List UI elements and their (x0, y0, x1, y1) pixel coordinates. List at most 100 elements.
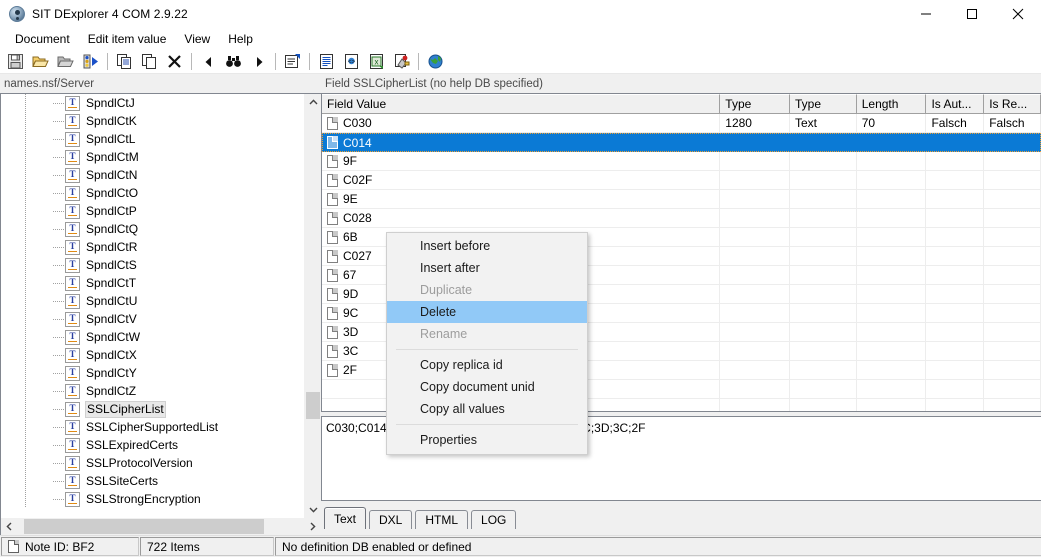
table-row[interactable]: C02F (322, 171, 1041, 190)
maximize-button[interactable] (949, 0, 995, 29)
xml-document-icon[interactable]: <> (339, 50, 364, 73)
table-cell-empty (926, 380, 985, 398)
toolbar-separator (191, 53, 192, 70)
tree-item[interactable]: T SpndlCtX (1, 346, 304, 364)
table-row[interactable]: C028 (322, 209, 1041, 228)
grid-column-header[interactable]: Field Value (322, 94, 721, 114)
open-folder-icon[interactable] (28, 50, 53, 73)
toolbar-separator (418, 53, 419, 70)
text-field-icon: T (65, 455, 80, 471)
tree-item[interactable]: T SSLExpiredCerts (1, 436, 304, 454)
field-caption-label: Field SSLCipherList (no help DB specifie… (321, 74, 1041, 93)
tab-dxl[interactable]: DXL (369, 510, 413, 529)
context-menu-item[interactable]: Copy document unid (387, 376, 587, 398)
properties-icon[interactable] (280, 50, 305, 73)
tree-item[interactable]: T SSLCipherSupportedList (1, 418, 304, 436)
tree-item[interactable]: T SpndlCtT (1, 274, 304, 292)
tab-html[interactable]: HTML (415, 510, 469, 529)
text-field-icon: T (65, 131, 80, 147)
find-icon[interactable] (221, 50, 246, 73)
context-menu-item[interactable]: Copy replica id (387, 354, 587, 376)
web-icon[interactable] (423, 50, 448, 73)
tree-scroll-right-icon[interactable] (304, 518, 321, 535)
tree-item[interactable]: T SpndlCtL (1, 130, 304, 148)
value-item-icon (327, 363, 338, 377)
grid-column-header[interactable]: Type (720, 94, 790, 114)
tree-scroll-up-icon[interactable] (305, 94, 321, 111)
delete-icon[interactable] (162, 50, 187, 73)
context-menu-item[interactable]: Insert before (387, 235, 587, 257)
context-menu-item[interactable]: Properties (387, 429, 587, 451)
field-tree-list[interactable]: T SpndlCtJ T SpndlCtK T SpndlCtL T SpndlCtM T Spn… (1, 94, 304, 518)
tree-item[interactable]: T SSLSiteCerts (1, 472, 304, 490)
previous-icon[interactable] (196, 50, 221, 73)
tree-hscroll-thumb[interactable] (23, 519, 264, 534)
minimize-button[interactable] (903, 0, 949, 29)
tree-item[interactable]: T SpndlCtK (1, 112, 304, 130)
save-icon[interactable] (3, 50, 28, 73)
context-menu[interactable]: Insert before Insert after Duplicate Delete… (386, 232, 588, 455)
grid-column-header[interactable]: Type (790, 94, 857, 114)
tree-item[interactable]: T SpndlCtZ (1, 382, 304, 400)
menu-edit-item-value[interactable]: Edit item value (79, 30, 176, 49)
tree-item[interactable]: T SpndlCtO (1, 184, 304, 202)
tree-vertical-scrollbar[interactable] (304, 94, 321, 518)
table-cell (926, 209, 985, 227)
tab-text[interactable]: Text (324, 507, 367, 529)
grid-column-header[interactable]: Is Aut... (926, 94, 985, 114)
close-folder-icon[interactable] (53, 50, 78, 73)
menu-document[interactable]: Document (6, 30, 79, 49)
context-menu-item[interactable]: Insert after (387, 257, 587, 279)
tree-guide-line (25, 166, 26, 184)
close-button[interactable] (995, 0, 1041, 29)
tree-item-label: SpndlCtR (86, 239, 138, 254)
grid-column-header[interactable]: Length (856, 94, 927, 114)
tree-item[interactable]: T SpndlCtN (1, 166, 304, 184)
design-icon[interactable] (389, 50, 414, 73)
tree-item[interactable]: T SSLCipherList (1, 400, 304, 418)
tree-guide-line (25, 490, 26, 508)
excel-document-icon[interactable]: x (364, 50, 389, 73)
tree-item[interactable]: T SSLStrongEncryption (1, 490, 304, 508)
context-menu-item[interactable]: Copy all values (387, 398, 587, 420)
table-row[interactable]: 9E (322, 190, 1041, 209)
table-cell (857, 323, 927, 341)
tree-item[interactable]: T SpndlCtS (1, 256, 304, 274)
tree-item[interactable]: T SpndlCtU (1, 292, 304, 310)
tree-item-label: SSLProtocolVersion (86, 455, 193, 470)
tree-scroll-down-icon[interactable] (305, 501, 321, 518)
next-icon[interactable] (246, 50, 271, 73)
table-row[interactable]: 9F (322, 152, 1041, 171)
tab-log[interactable]: LOG (471, 510, 517, 529)
tree-item[interactable]: T SpndlCtM (1, 148, 304, 166)
grid-column-header[interactable]: Is Re... (984, 94, 1041, 114)
menu-help[interactable]: Help (219, 30, 262, 49)
tree-item[interactable]: T SSLProtocolVersion (1, 454, 304, 472)
tree-scroll-left-icon[interactable] (1, 518, 18, 535)
tree-item[interactable]: T SpndlCtJ (1, 94, 304, 112)
run-icon[interactable] (78, 50, 103, 73)
tree-item[interactable]: T SpndlCtQ (1, 220, 304, 238)
menu-view[interactable]: View (175, 30, 219, 49)
tree-horizontal-scrollbar[interactable] (1, 518, 321, 535)
tree-guide-line (25, 418, 26, 436)
copy-icon[interactable] (112, 50, 137, 73)
text-document-icon[interactable] (314, 50, 339, 73)
table-cell (790, 209, 857, 227)
context-menu-item[interactable]: Delete (387, 301, 587, 323)
tree-item[interactable]: T SpndlCtW (1, 328, 304, 346)
tree-item[interactable]: T SpndlCtP (1, 202, 304, 220)
tree-guide-line (25, 256, 26, 274)
table-cell: 9E (322, 190, 721, 208)
tree-scroll-track[interactable] (305, 111, 321, 501)
tree-item[interactable]: T SpndlCtR (1, 238, 304, 256)
tree-guide-line (25, 310, 26, 328)
tree-item[interactable]: T SpndlCtY (1, 364, 304, 382)
tree-hscroll-track[interactable] (18, 518, 304, 535)
tree-scroll-thumb[interactable] (306, 391, 320, 420)
paste-icon[interactable] (137, 50, 162, 73)
table-cell-text: 9C (343, 306, 359, 320)
table-row[interactable]: C014 (322, 133, 1041, 152)
table-row[interactable]: C030 1280 Text 70 Falsch Falsch (322, 114, 1041, 133)
tree-item[interactable]: T SpndlCtV (1, 310, 304, 328)
